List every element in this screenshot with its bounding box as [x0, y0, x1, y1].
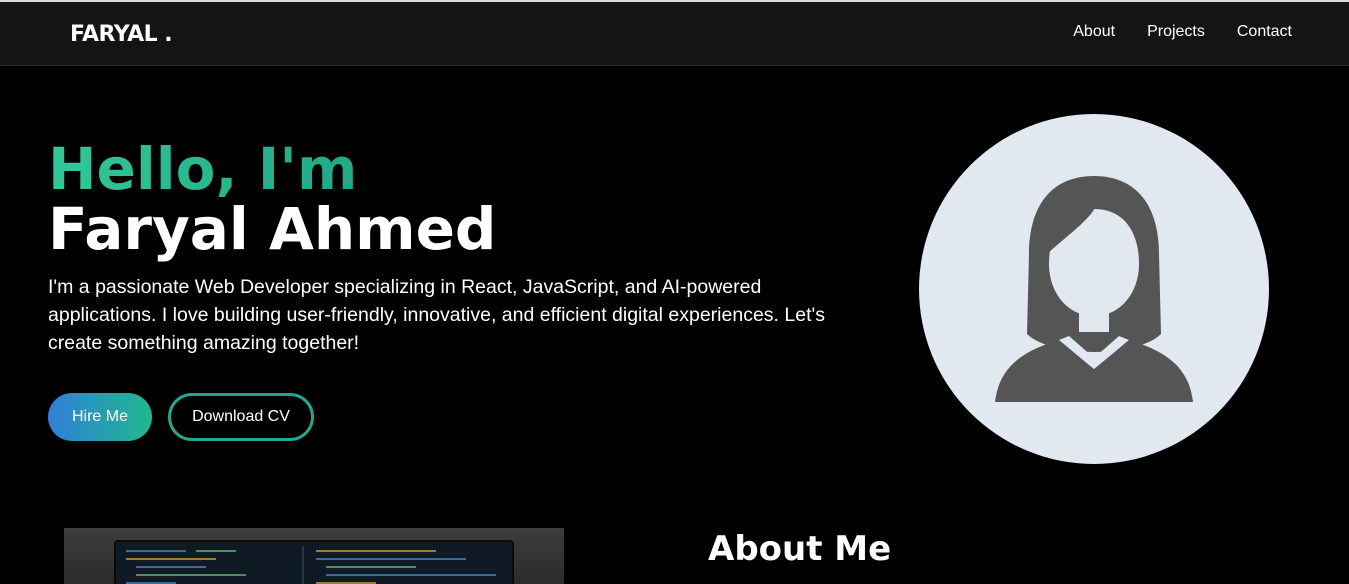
- hire-me-button[interactable]: Hire Me: [48, 393, 152, 441]
- about-workspace-image: [64, 528, 564, 584]
- site-logo[interactable]: FARYAL .: [70, 22, 173, 47]
- hero-greeting: Hello, I'm: [48, 135, 358, 203]
- hero-name: Faryal Ahmed: [48, 195, 497, 263]
- download-cv-button[interactable]: Download CV: [168, 393, 314, 441]
- nav-menu: About Projects Contact: [1073, 23, 1292, 41]
- nav-link-projects[interactable]: Projects: [1147, 23, 1205, 41]
- nav-link-about[interactable]: About: [1073, 23, 1115, 41]
- about-title: About Me: [708, 529, 892, 569]
- user-avatar-female-icon: [995, 176, 1193, 402]
- profile-avatar: [919, 114, 1269, 464]
- monitor-code-graphic: [114, 540, 514, 584]
- hero-description: I'm a passionate Web Developer specializ…: [48, 276, 825, 354]
- navbar: FARYAL . About Projects Contact: [0, 2, 1349, 66]
- nav-link-contact[interactable]: Contact: [1237, 23, 1292, 41]
